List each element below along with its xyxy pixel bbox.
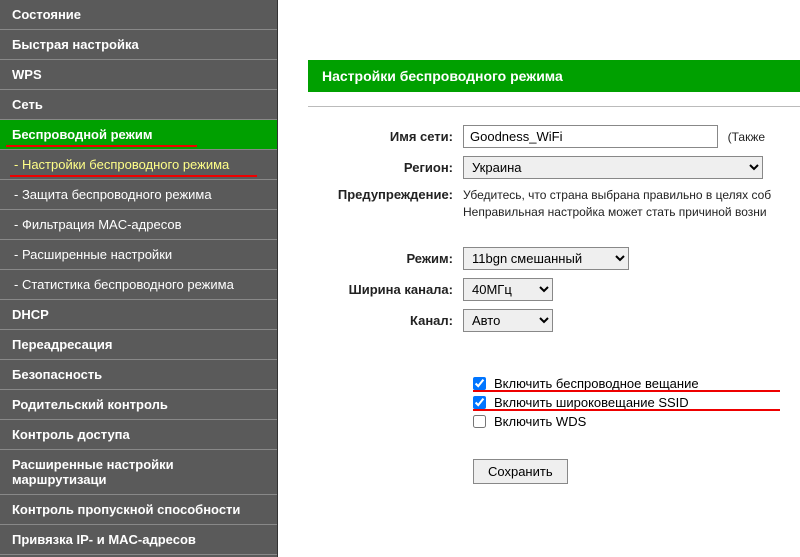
- region-select[interactable]: Украина: [463, 156, 763, 179]
- sidebar: Состояние Быстрая настройка WPS Сеть Бес…: [0, 0, 278, 557]
- sidebar-item-routing[interactable]: Расширенные настройки маршрутизаци: [0, 450, 277, 495]
- channel-label: Канал:: [308, 313, 463, 328]
- warning-label: Предупреждение:: [308, 187, 463, 202]
- divider: [308, 106, 800, 107]
- highlight-underline: [473, 390, 780, 392]
- sidebar-item-network[interactable]: Сеть: [0, 90, 277, 120]
- wds-label: Включить WDS: [494, 414, 586, 429]
- sidebar-item-ip-mac-binding[interactable]: Привязка IP- и MAC-адресов: [0, 525, 277, 555]
- sidebar-item-parental[interactable]: Родительский контроль: [0, 390, 277, 420]
- sidebar-item-forwarding[interactable]: Переадресация: [0, 330, 277, 360]
- highlight-underline: [473, 409, 780, 411]
- region-label: Регион:: [308, 160, 463, 175]
- sidebar-item-wireless-settings[interactable]: - Настройки беспроводного режима: [0, 150, 277, 180]
- channel-select[interactable]: Авто: [463, 309, 553, 332]
- sidebar-item-wireless-security[interactable]: - Защита беспроводного режима: [0, 180, 277, 210]
- sidebar-item-wireless-stats[interactable]: - Статистика беспроводного режима: [0, 270, 277, 300]
- sidebar-item-quick-setup[interactable]: Быстрая настройка: [0, 30, 277, 60]
- sidebar-item-mac-filter[interactable]: - Фильтрация MAC-адресов: [0, 210, 277, 240]
- sidebar-item-wps[interactable]: WPS: [0, 60, 277, 90]
- sidebar-item-access-control[interactable]: Контроль доступа: [0, 420, 277, 450]
- sidebar-item-status[interactable]: Состояние: [0, 0, 277, 30]
- save-button[interactable]: Сохранить: [473, 459, 568, 484]
- width-label: Ширина канала:: [308, 282, 463, 297]
- mode-label: Режим:: [308, 251, 463, 266]
- sidebar-item-wireless[interactable]: Беспроводной режим: [0, 120, 277, 150]
- mode-select[interactable]: 11bgn смешанный: [463, 247, 629, 270]
- sidebar-item-advanced[interactable]: - Расширенные настройки: [0, 240, 277, 270]
- sidebar-item-bandwidth[interactable]: Контроль пропускной способности: [0, 495, 277, 525]
- wds-checkbox[interactable]: [473, 415, 486, 428]
- ssid-broadcast-row: Включить широковещание SSID: [473, 395, 800, 410]
- broadcast-label: Включить беспроводное вещание: [494, 376, 699, 391]
- sidebar-item-security[interactable]: Безопасность: [0, 360, 277, 390]
- ssid-label: Имя сети:: [308, 129, 463, 144]
- warning-text: Убедитесь, что страна выбрана правильно …: [463, 187, 800, 221]
- sidebar-item-dhcp[interactable]: DHCP: [0, 300, 277, 330]
- broadcast-row: Включить беспроводное вещание: [473, 376, 800, 391]
- ssid-broadcast-label: Включить широковещание SSID: [494, 395, 689, 410]
- wds-row: Включить WDS: [473, 414, 800, 429]
- section-title: Настройки беспроводного режима: [308, 60, 800, 92]
- ssid-input[interactable]: [463, 125, 718, 148]
- main-panel: Настройки беспроводного режима Имя сети:…: [278, 0, 800, 557]
- width-select[interactable]: 40МГц: [463, 278, 553, 301]
- ssid-after-text: (Также: [728, 130, 765, 144]
- broadcast-checkbox[interactable]: [473, 377, 486, 390]
- ssid-broadcast-checkbox[interactable]: [473, 396, 486, 409]
